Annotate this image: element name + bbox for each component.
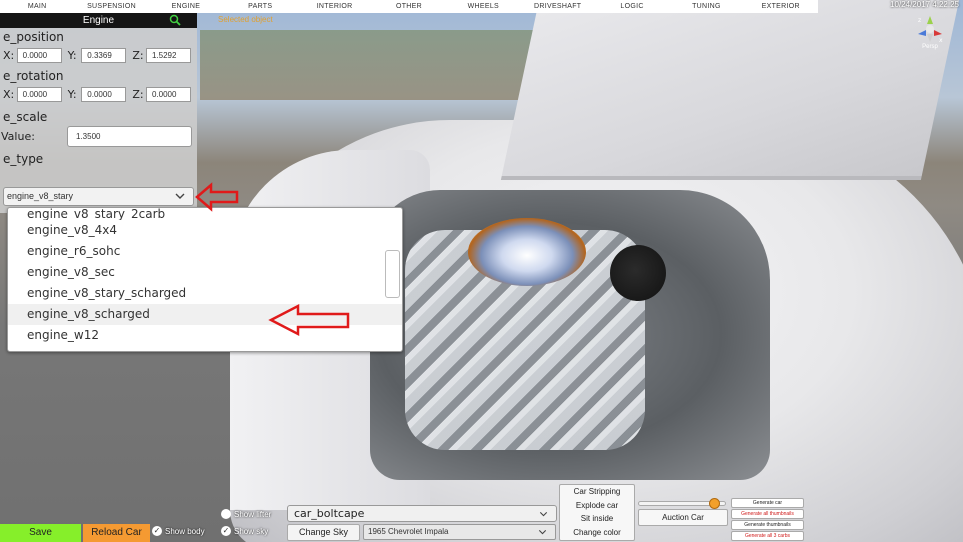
dropdown-option[interactable]: engine_v8_sec xyxy=(8,262,402,283)
air-cleaner xyxy=(468,218,586,286)
orientation-gizmo[interactable]: z x Persp xyxy=(915,14,945,50)
menu-item-suspension[interactable]: SUSPENSION xyxy=(74,0,148,13)
change-color-button[interactable]: Change color xyxy=(560,526,634,540)
show-sky-toggle[interactable]: ✓ Show sky xyxy=(221,526,268,536)
rotation-y-field[interactable]: 0.0000 xyxy=(81,86,127,102)
menu-item-engine[interactable]: ENGINE xyxy=(149,0,223,13)
menu-item-interior[interactable]: INTERIOR xyxy=(297,0,371,13)
checkbox-icon: ✓ xyxy=(152,526,162,536)
car-model-value: 1965 Chevrolet Impala xyxy=(368,527,449,536)
generate-panel: Generate car Generate all thumbnails Gen… xyxy=(731,498,804,542)
dropdown-option[interactable]: engine_v8_stary_scharged xyxy=(8,283,402,304)
rotation-z-label: Z: xyxy=(132,87,144,101)
menu-item-other[interactable]: OTHER xyxy=(372,0,446,13)
engine-type-selected: engine_v8_stary xyxy=(7,191,74,201)
position-z-label: Z: xyxy=(132,48,144,62)
rotation-row: X: 0.0000 Y: 0.0000 Z: 0.0000 xyxy=(0,83,197,105)
brake-booster xyxy=(610,245,666,301)
checkbox-icon: ✓ xyxy=(221,526,231,536)
reload-car-button[interactable]: Reload Car xyxy=(83,524,150,542)
chevron-down-icon xyxy=(538,530,547,535)
position-y-field[interactable]: 0.3369 xyxy=(81,47,127,63)
checkbox-icon xyxy=(221,509,231,519)
selected-object-label: Selected object xyxy=(218,15,273,24)
scale-value-label: Value: xyxy=(1,129,35,143)
position-x-label: X: xyxy=(3,48,15,62)
car-stripping-button[interactable]: Car Stripping xyxy=(560,485,634,499)
rotation-x-field[interactable]: 0.0000 xyxy=(16,86,62,102)
scale-row: Value: 1.3500 xyxy=(0,124,197,148)
annotation-arrow-icon xyxy=(268,303,350,337)
panel-header: Engine xyxy=(0,13,197,28)
rotation-x-label: X: xyxy=(3,87,15,101)
auction-car-button[interactable]: Auction Car xyxy=(638,509,728,526)
menu-item-wheels[interactable]: WHEELS xyxy=(446,0,520,13)
menu-item-logic[interactable]: LOGIC xyxy=(595,0,669,13)
annotation-arrow-icon xyxy=(195,182,239,212)
engine-type-select[interactable]: engine_v8_stary xyxy=(3,187,194,206)
generate-thumbnails-button[interactable]: Generate thumbnails xyxy=(731,520,804,530)
datetime: 10/24/2017 4:22:25 xyxy=(890,0,959,9)
rotation-y-label: Y: xyxy=(67,87,77,101)
change-sky-button[interactable]: Change Sky xyxy=(287,524,360,541)
save-button[interactable]: Save xyxy=(0,524,81,542)
axis-gizmo-icon: z x xyxy=(918,16,943,44)
generate-car-button[interactable]: Generate car xyxy=(731,498,804,508)
scale-label: e_scale xyxy=(3,110,48,124)
dropdown-option[interactable]: engine_v8_4x4 xyxy=(8,220,402,241)
menu-item-tuning[interactable]: TUNING xyxy=(669,0,743,13)
show-body-toggle[interactable]: ✓ Show body xyxy=(152,526,205,536)
slider-knob[interactable] xyxy=(709,498,720,509)
show-sky-label: Show sky xyxy=(234,526,269,536)
scrollbar-thumb[interactable] xyxy=(385,250,400,298)
menu-item-parts[interactable]: PARTS xyxy=(223,0,297,13)
type-label: e_type xyxy=(3,152,44,166)
car-actions-panel: Car Stripping Explode car Sit inside Cha… xyxy=(559,484,635,541)
dropdown-scrollbar[interactable] xyxy=(385,210,400,351)
rotation-label: e_rotation xyxy=(3,69,64,83)
car-hood xyxy=(500,0,960,180)
auction-slider[interactable] xyxy=(638,498,726,509)
generate-all-thumbnails-button[interactable]: Generate all thumbnails xyxy=(731,509,804,519)
engine-inspector-panel: Engine e_position X: 0.0000 Y: 0.3369 Z:… xyxy=(0,13,197,213)
chevron-down-icon xyxy=(539,512,548,517)
show-body-label: Show body xyxy=(165,526,205,536)
panel-title: Engine xyxy=(82,15,115,26)
show-lifter-label: Show lifter xyxy=(234,509,272,519)
car-name-value: car_boltcape xyxy=(294,507,365,520)
top-menu-bar: MAIN SUSPENSION ENGINE PARTS INTERIOR OT… xyxy=(0,0,818,13)
perspective-label[interactable]: Persp xyxy=(915,44,945,50)
show-lifter-toggle[interactable]: Show lifter xyxy=(221,509,271,519)
position-z-field[interactable]: 1.5292 xyxy=(145,47,191,63)
menu-item-driveshaft[interactable]: DRIVESHAFT xyxy=(521,0,595,13)
menu-item-exterior[interactable]: EXTERIOR xyxy=(744,0,818,13)
position-row: X: 0.0000 Y: 0.3369 Z: 1.5292 xyxy=(0,44,197,66)
position-label: e_position xyxy=(3,30,64,44)
explode-car-button[interactable]: Explode car xyxy=(560,499,634,513)
rotation-z-field[interactable]: 0.0000 xyxy=(145,86,191,102)
gizmo-x-label: x xyxy=(939,37,943,44)
scale-value-field[interactable]: 1.3500 xyxy=(67,125,192,147)
position-x-field[interactable]: 0.0000 xyxy=(16,47,62,63)
chevron-down-icon xyxy=(175,193,185,199)
position-y-label: Y: xyxy=(67,48,77,62)
generate-all-carbs-button[interactable]: Generate all 3 carbs xyxy=(731,531,804,541)
car-model-select[interactable]: 1965 Chevrolet Impala xyxy=(363,524,556,540)
sit-inside-button[interactable]: Sit inside xyxy=(560,512,634,526)
gizmo-z-label: z xyxy=(918,17,921,24)
background-trees xyxy=(200,30,540,100)
search-icon[interactable] xyxy=(169,14,181,26)
car-name-select[interactable]: car_boltcape xyxy=(287,505,557,522)
dropdown-option[interactable]: engine_r6_sohc xyxy=(8,241,402,262)
menu-item-main[interactable]: MAIN xyxy=(0,0,74,13)
